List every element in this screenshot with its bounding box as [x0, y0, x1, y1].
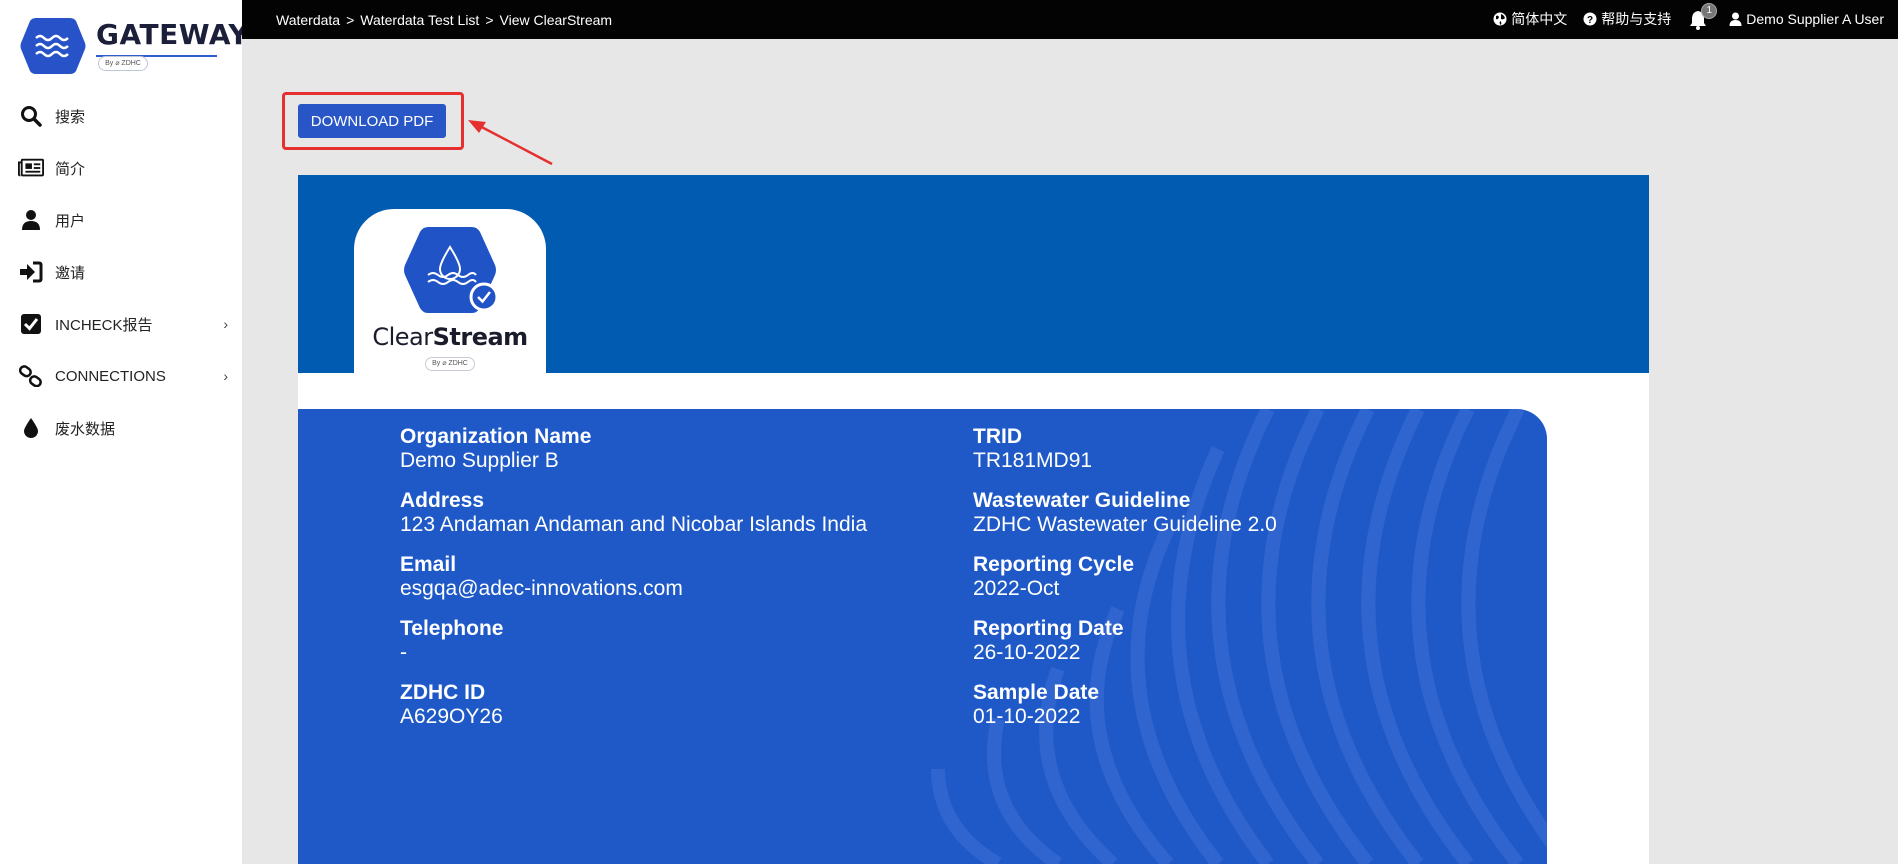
clearstream-wordmark: ClearStream: [354, 323, 546, 351]
field-value: esgqa@adec-innovations.com: [400, 577, 683, 600]
sidebar-item-incheck[interactable]: INCHECK报告 ›: [0, 298, 242, 350]
annotation-arrow: [468, 120, 553, 166]
clearstream-report: ClearStream By ⌀ ZDHC Organization Name …: [298, 175, 1649, 864]
field-trid: TRID TR181MD91: [973, 425, 1277, 489]
supplier-info-panel: Organization Name Demo Supplier B Addres…: [298, 409, 1547, 864]
chevron-right-icon: ›: [223, 368, 228, 384]
field-organization-name: Organization Name Demo Supplier B: [400, 425, 867, 489]
field-reporting-cycle: Reporting Cycle 2022-Oct: [973, 553, 1277, 617]
field-value: -: [400, 641, 407, 664]
breadcrumb-separator: >: [485, 12, 494, 28]
report-header: ClearStream By ⌀ ZDHC: [298, 175, 1649, 373]
field-value: 01-10-2022: [973, 705, 1081, 728]
gateway-logo[interactable]: GATEWAY By ⌀ ZDHC: [20, 16, 249, 76]
field-value: 2022-Oct: [973, 577, 1060, 600]
help-link[interactable]: ? 帮助与支持: [1583, 9, 1671, 29]
user-menu[interactable]: Demo Supplier A User: [1729, 11, 1884, 27]
sidebar-item-profile[interactable]: 简介: [0, 142, 242, 194]
clearstream-hex-icon: [404, 227, 499, 313]
checkbox-icon: [18, 311, 44, 337]
field-address: Address 123 Andaman Andaman and Nicobar …: [400, 489, 867, 553]
field-email: Email esgqa@adec-innovations.com: [400, 553, 867, 617]
sidebar-item-invite[interactable]: 邀请: [0, 246, 242, 298]
language-label: 简体中文: [1511, 11, 1568, 27]
user-name: Demo Supplier A User: [1746, 11, 1884, 27]
breadcrumb-item-current: View ClearStream: [499, 12, 613, 28]
field-value: 123 Andaman Andaman and Nicobar Islands …: [400, 513, 867, 536]
field-label: Wastewater Guideline: [973, 489, 1191, 512]
breadcrumb-item[interactable]: Waterdata Test List: [360, 12, 479, 28]
notification-badge: 1: [1701, 3, 1718, 19]
link-icon: [18, 363, 44, 389]
wordmark-bold: Stream: [432, 323, 529, 351]
logo-by-badge: By ⌀ ZDHC: [98, 56, 148, 71]
breadcrumb: Waterdata > Waterdata Test List > View C…: [276, 12, 612, 28]
sidebar-nav: 搜索 简介 用户 邀请 INCHECK报告 › CONNECTIONS › 废水…: [0, 90, 242, 454]
field-label: Reporting Date: [973, 617, 1124, 640]
field-value: A629OY26: [400, 705, 503, 728]
sidebar-item-label: 废水数据: [55, 420, 116, 438]
field-value: 26-10-2022: [973, 641, 1081, 664]
field-label: Organization Name: [400, 425, 592, 448]
field-sample-date: Sample Date 01-10-2022: [973, 681, 1277, 745]
field-label: Email: [400, 553, 457, 576]
breadcrumb-item[interactable]: Waterdata: [276, 12, 340, 28]
field-label: Telephone: [400, 617, 504, 640]
sidebar-item-label: 简介: [55, 160, 86, 178]
sidebar: GATEWAY By ⌀ ZDHC 搜索 简介 用户 邀请 INCHECK报告 …: [0, 0, 249, 864]
field-reporting-date: Reporting Date 26-10-2022: [973, 617, 1277, 681]
sidebar-item-label: CONNECTIONS: [55, 367, 166, 385]
info-column-left: Organization Name Demo Supplier B Addres…: [400, 425, 867, 745]
sidebar-item-label: 用户: [55, 212, 86, 230]
sidebar-item-search[interactable]: 搜索: [0, 90, 242, 142]
sidebar-item-label: 搜索: [55, 108, 86, 126]
field-label: Reporting Cycle: [973, 553, 1135, 576]
field-label: ZDHC ID: [400, 681, 486, 704]
info-column-right: TRID TR181MD91 Wastewater Guideline ZDHC…: [973, 425, 1277, 745]
field-value: Demo Supplier B: [400, 449, 559, 472]
sidebar-item-label: INCHECK报告: [55, 316, 153, 334]
field-zdhc-id: ZDHC ID A629OY26: [400, 681, 867, 745]
top-bar-actions: 简体中文 ? 帮助与支持 1 Demo Supplier A User: [1477, 3, 1884, 30]
search-icon: [18, 103, 44, 129]
wordmark-light: Clear: [372, 323, 433, 351]
sidebar-item-connections[interactable]: CONNECTIONS ›: [0, 350, 242, 402]
field-value: ZDHC Wastewater Guideline 2.0: [973, 513, 1277, 536]
sign-in-icon: [18, 259, 44, 285]
logo-wordmark: GATEWAY: [96, 18, 250, 51]
top-bar: Waterdata > Waterdata Test List > View C…: [242, 0, 1898, 39]
drop-icon: [18, 415, 44, 441]
field-telephone: Telephone -: [400, 617, 867, 681]
language-selector[interactable]: 简体中文: [1493, 9, 1567, 29]
svg-text:?: ?: [1587, 15, 1593, 26]
download-pdf-button[interactable]: DOWNLOAD PDF: [298, 104, 446, 138]
user-icon: [1729, 12, 1742, 26]
help-label: 帮助与支持: [1601, 11, 1672, 27]
sidebar-item-users[interactable]: 用户: [0, 194, 242, 246]
sidebar-item-wastewater[interactable]: 废水数据: [0, 402, 242, 454]
field-wastewater-guideline: Wastewater Guideline ZDHC Wastewater Gui…: [973, 489, 1277, 553]
field-label: TRID: [973, 425, 1022, 448]
notifications-button[interactable]: 1: [1689, 3, 1718, 30]
clearstream-by-badge: By ⌀ ZDHC: [425, 357, 475, 371]
chevron-right-icon: ›: [223, 316, 228, 332]
field-label: Sample Date: [973, 681, 1100, 704]
user-icon: [18, 207, 44, 233]
field-value: TR181MD91: [973, 449, 1093, 472]
breadcrumb-separator: >: [346, 12, 355, 28]
clearstream-logo: ClearStream By ⌀ ZDHC: [354, 209, 546, 373]
gateway-hex-icon: [20, 18, 86, 74]
newspaper-icon: [18, 155, 44, 181]
question-circle-icon: ?: [1583, 12, 1597, 26]
field-label: Address: [400, 489, 485, 512]
sidebar-item-label: 邀请: [55, 264, 86, 282]
globe-icon: [1493, 12, 1507, 26]
